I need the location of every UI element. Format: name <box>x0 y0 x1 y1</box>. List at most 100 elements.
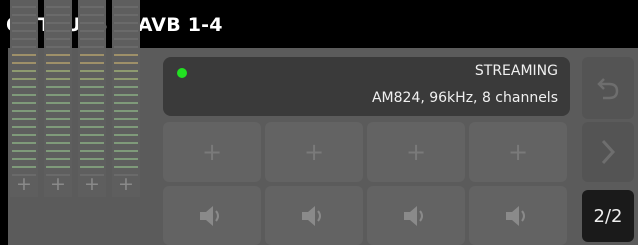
meter-segment <box>114 78 138 80</box>
meter-segment <box>12 46 36 48</box>
channel-meter-4[interactable]: + <box>112 0 140 197</box>
add-output-slot-1[interactable]: + <box>163 122 261 182</box>
meter-segment <box>46 54 70 56</box>
meter-segment <box>46 166 70 168</box>
meter-segment <box>80 110 104 112</box>
meter-segment <box>80 14 104 16</box>
meter-segment <box>46 46 70 48</box>
meter-segment <box>114 22 138 24</box>
speaker-icon <box>302 205 321 226</box>
channel-meter-3[interactable]: + <box>78 0 106 197</box>
add-button[interactable]: + <box>44 173 72 195</box>
meter-segment <box>80 62 104 64</box>
meter-segment <box>12 70 36 72</box>
meter-segment <box>114 110 138 112</box>
add-output-slot-3[interactable]: + <box>367 122 465 182</box>
undo-icon <box>597 78 619 100</box>
meter-segment <box>46 70 70 72</box>
meter-segment <box>12 30 36 32</box>
meter-segment <box>46 30 70 32</box>
meter-segment <box>46 102 70 104</box>
meter-segment <box>46 86 70 88</box>
meter-segment <box>114 94 138 96</box>
meter-segment <box>12 94 36 96</box>
add-output-slot-4[interactable]: + <box>469 122 567 182</box>
page-indicator[interactable]: 2/2 <box>582 190 634 242</box>
meter-segment <box>114 150 138 152</box>
meter-segment <box>114 142 138 144</box>
add-button[interactable]: + <box>10 173 38 195</box>
meter-segment <box>80 174 104 176</box>
meter-segment <box>114 134 138 136</box>
meter-segment <box>46 14 70 16</box>
meter-segment <box>12 54 36 56</box>
meter-segment <box>46 22 70 24</box>
meter-segment <box>80 86 104 88</box>
add-button[interactable]: + <box>112 173 140 195</box>
meter-segment <box>80 166 104 168</box>
mute-button-2[interactable] <box>265 186 363 245</box>
meter-segment <box>12 110 36 112</box>
status-detail: AM824, 96kHz, 8 channels <box>371 90 558 106</box>
meter-segment <box>12 6 36 8</box>
meter-segment <box>12 14 36 16</box>
meter-segment <box>80 158 104 160</box>
meter-segment <box>12 38 36 40</box>
meter-segment <box>46 118 70 120</box>
status-indicator <box>177 68 187 78</box>
meter-segment <box>46 174 70 176</box>
meter-segment <box>80 94 104 96</box>
channel-meter-2[interactable]: + <box>44 0 72 197</box>
meter-segment <box>114 14 138 16</box>
meter-segment <box>46 110 70 112</box>
mute-button-3[interactable] <box>367 186 465 245</box>
meter-segment <box>114 118 138 120</box>
meter-segment <box>46 158 70 160</box>
meter-segment <box>80 134 104 136</box>
meter-segment <box>46 126 70 128</box>
meter-segment <box>80 6 104 8</box>
meter-segment <box>80 142 104 144</box>
meter-segment <box>12 166 36 168</box>
add-button[interactable]: + <box>78 173 106 195</box>
meter-segment <box>12 86 36 88</box>
undo-button[interactable] <box>582 57 634 119</box>
next-button[interactable] <box>582 122 634 182</box>
add-output-slot-2[interactable]: + <box>265 122 363 182</box>
meter-segment <box>46 94 70 96</box>
meter-segment <box>114 6 138 8</box>
meter-segment <box>46 142 70 144</box>
meter-segment <box>46 6 70 8</box>
meter-segment <box>80 150 104 152</box>
meter-segment <box>80 54 104 56</box>
meter-segment <box>114 30 138 32</box>
speaker-icon <box>200 205 219 226</box>
meter-segment <box>12 62 36 64</box>
meter-segment <box>114 38 138 40</box>
meter-segment <box>114 166 138 168</box>
meter-segment <box>80 78 104 80</box>
meter-segment <box>12 158 36 160</box>
channel-meter-1[interactable]: + <box>10 0 38 197</box>
meter-segment <box>46 78 70 80</box>
meter-segment <box>80 38 104 40</box>
meter-segment <box>114 86 138 88</box>
meter-segment <box>12 142 36 144</box>
meter-segment <box>114 174 138 176</box>
meter-segment <box>12 78 36 80</box>
meter-segment <box>80 30 104 32</box>
meter-segment <box>114 54 138 56</box>
meter-segment <box>114 158 138 160</box>
meter-segment <box>114 70 138 72</box>
meter-segment <box>80 70 104 72</box>
meter-segment <box>114 46 138 48</box>
meter-segment <box>12 102 36 104</box>
speaker-icon <box>506 205 525 226</box>
meter-segment <box>80 126 104 128</box>
mute-button-1[interactable] <box>163 186 261 245</box>
meter-segment <box>46 134 70 136</box>
meter-segment <box>46 38 70 40</box>
chevron-right-icon <box>601 139 616 165</box>
meter-segment <box>80 118 104 120</box>
mute-button-4[interactable] <box>469 186 567 245</box>
